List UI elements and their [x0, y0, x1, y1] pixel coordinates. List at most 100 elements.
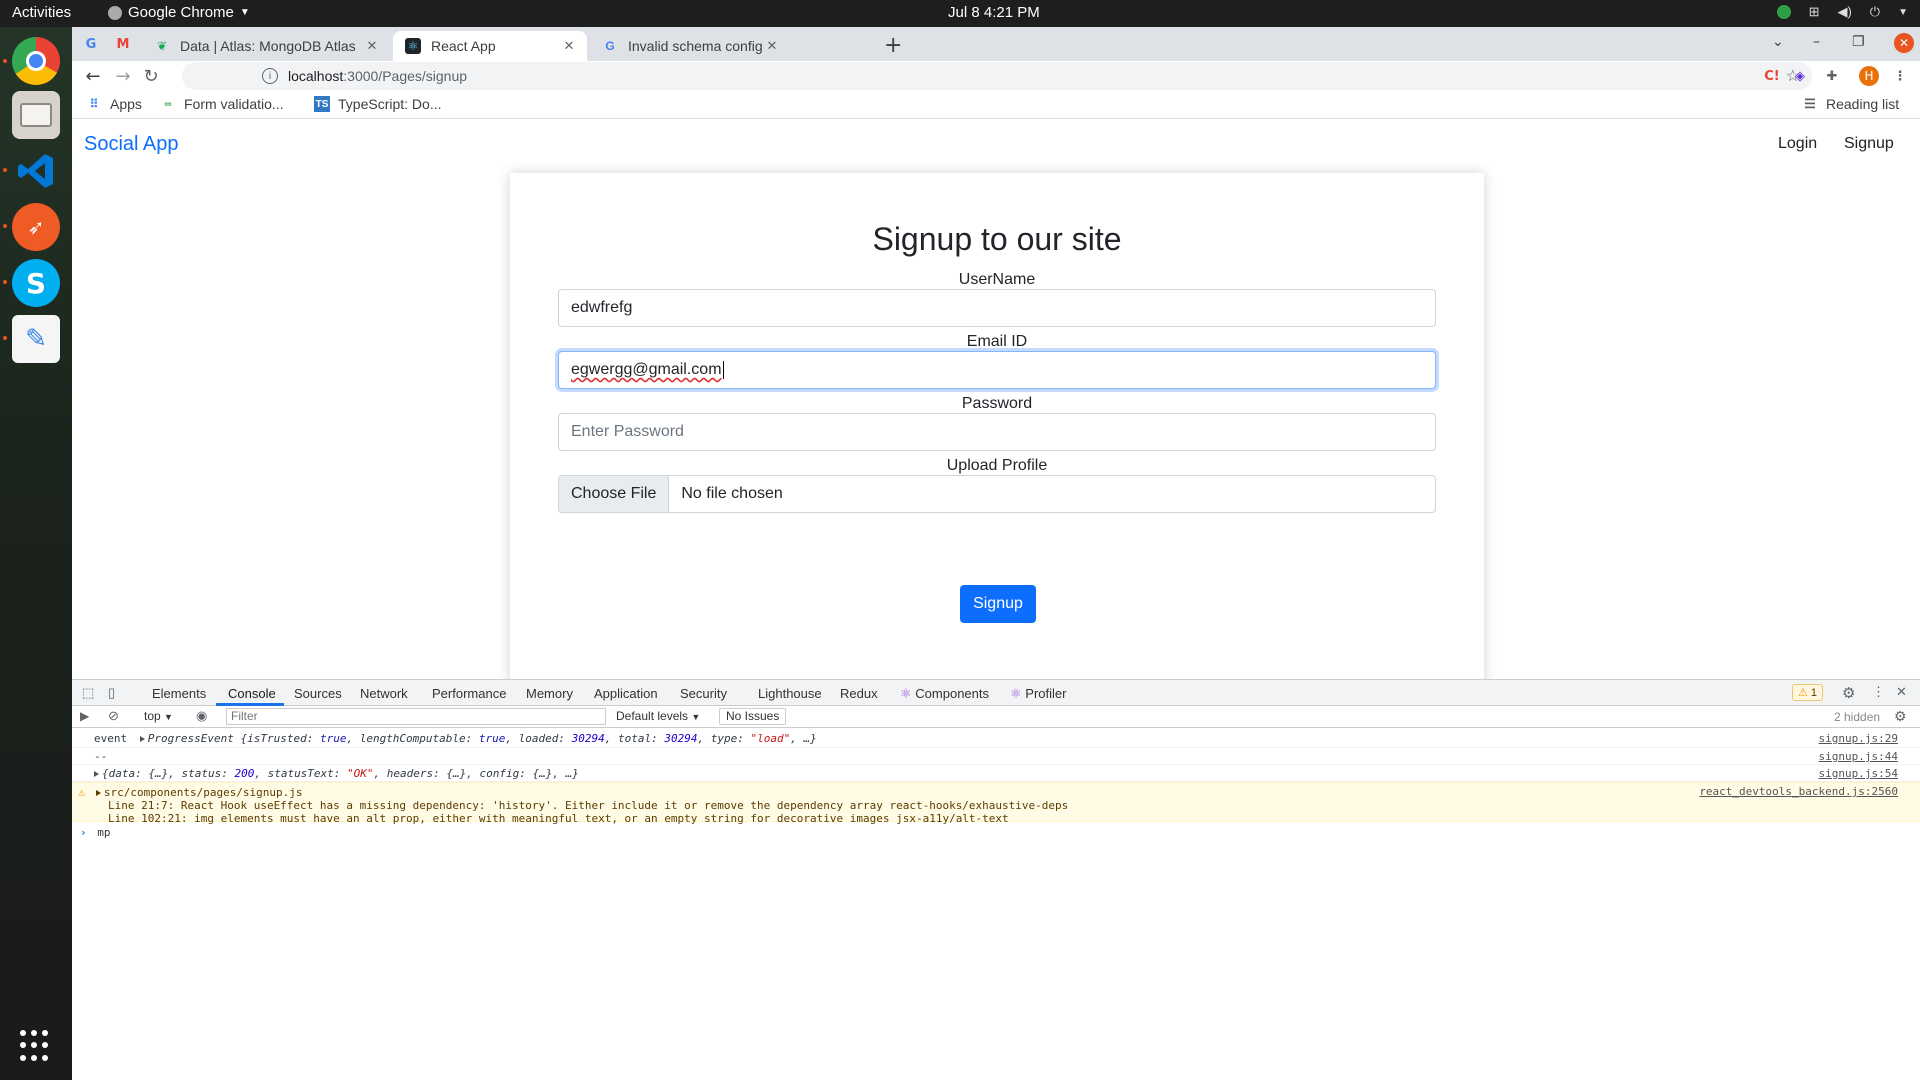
close-tab-icon[interactable]: ✕ — [762, 38, 782, 54]
tab-application[interactable]: Application — [594, 686, 658, 701]
reading-list[interactable]: ☰ Reading list — [1802, 96, 1899, 112]
files-dock-icon[interactable] — [12, 91, 60, 139]
username-input[interactable]: edwfrefg — [558, 289, 1436, 327]
device-toolbar-icon[interactable]: ▯ — [108, 685, 115, 701]
issues-button[interactable]: No Issues — [719, 708, 787, 725]
site-navbar: Social App Login Signup — [72, 119, 1920, 165]
context-selector[interactable]: top ▼ — [144, 709, 173, 723]
choose-file-button[interactable]: Choose File — [559, 476, 670, 512]
extension-stack-icon[interactable]: ◈ — [1790, 66, 1810, 86]
bookmark-label: Reading list — [1826, 96, 1900, 112]
text-editor-dock-icon[interactable]: ✎ — [12, 315, 60, 363]
close-window-button[interactable]: ✕ — [1894, 33, 1914, 53]
close-tab-icon[interactable]: ✕ — [362, 38, 382, 54]
expand-triangle-icon[interactable] — [139, 736, 145, 742]
tab-network[interactable]: Network — [360, 686, 408, 701]
source-link[interactable]: signup.js:54 — [1819, 767, 1898, 780]
extension-c-icon[interactable]: C! — [1762, 66, 1782, 86]
nav-signup-link[interactable]: Signup — [1844, 135, 1894, 153]
filter-placeholder: Filter — [231, 709, 258, 723]
tab-mongodb-atlas[interactable]: ❦ Data | Atlas: MongoDB Atlas ✕ — [142, 31, 390, 61]
clock[interactable]: Jul 8 4:21 PM — [948, 4, 1040, 21]
email-input[interactable]: egwergg@gmail.com — [558, 351, 1436, 389]
tab-console[interactable]: Console — [228, 686, 276, 701]
expand-triangle-icon[interactable] — [94, 771, 99, 777]
chrome-menu-icon[interactable]: ⋮ — [1890, 66, 1910, 86]
new-tab-button[interactable]: + — [884, 33, 902, 58]
tab-components[interactable]: ⚛ Components — [900, 686, 989, 702]
bookmarks-bar: ⠿ Apps ∞ Form validatio... TS TypeScript… — [72, 91, 1920, 119]
file-input[interactable]: Choose File No file chosen — [558, 475, 1436, 513]
signup-submit-button[interactable]: Signup — [960, 585, 1036, 623]
console-prompt[interactable]: › mp — [72, 824, 1920, 841]
tab-memory[interactable]: Memory — [526, 686, 573, 701]
console-settings-icon[interactable]: ⚙ — [1894, 708, 1907, 725]
pinned-tab-gmail[interactable]: M — [112, 34, 134, 54]
log-levels-dropdown[interactable]: Default levels ▼ — [616, 709, 700, 723]
reload-icon[interactable]: ↻ — [140, 65, 162, 87]
password-input[interactable]: Enter Password — [558, 413, 1436, 451]
volume-icon[interactable]: ◀) — [1837, 4, 1851, 20]
password-label: Password — [961, 395, 1033, 412]
bookmark-apps[interactable]: ⠿ Apps — [86, 96, 142, 112]
tab-strip: G M ❦ Data | Atlas: MongoDB Atlas ✕ ⚛ Re… — [72, 27, 1920, 61]
extensions-puzzle-icon[interactable]: ✚ — [1822, 66, 1842, 86]
dropdown-arrow-icon: ▼ — [164, 712, 173, 722]
active-indicator — [3, 280, 7, 284]
url-host: localhost — [288, 68, 344, 84]
forward-icon[interactable]: → — [112, 65, 134, 87]
log-object-type: ProgressEvent — [147, 732, 234, 745]
activities-button[interactable]: Activities — [12, 4, 71, 21]
tray-menu-icon[interactable]: ▼ — [1898, 7, 1908, 18]
nav-login-link[interactable]: Login — [1778, 135, 1817, 153]
site-info-icon[interactable]: i — [262, 68, 278, 84]
back-icon[interactable]: ← — [82, 65, 104, 87]
show-applications-icon[interactable] — [20, 1030, 52, 1062]
skype-dock-icon[interactable]: S — [12, 259, 60, 307]
update-check-icon[interactable] — [1776, 5, 1791, 19]
network-icon[interactable]: ⊞ — [1809, 4, 1820, 20]
brand-link[interactable]: Social App — [84, 133, 179, 156]
tab-react-app[interactable]: ⚛ React App ✕ — [393, 31, 587, 61]
devtools-menu-icon[interactable]: ⋮ — [1872, 684, 1885, 700]
settings-gear-icon[interactable]: ⚙ — [1842, 684, 1855, 702]
tab-invalid-schema[interactable]: G Invalid schema configuration ✕ — [590, 31, 790, 61]
expand-triangle-icon[interactable] — [95, 790, 101, 796]
restore-button[interactable]: ❐ — [1852, 34, 1865, 50]
close-tab-icon[interactable]: ✕ — [559, 38, 579, 54]
tab-redux[interactable]: Redux — [840, 686, 878, 701]
chrome-dock-icon[interactable] — [12, 37, 60, 85]
app-menu[interactable]: Google Chrome ▼ — [108, 4, 250, 21]
close-devtools-icon[interactable]: ✕ — [1896, 684, 1907, 700]
bookmark-typescript[interactable]: TS TypeScript: Do... — [314, 96, 441, 112]
source-link[interactable]: signup.js:44 — [1819, 750, 1898, 763]
system-tray[interactable]: ⊞ ◀) ⏻ ▼ — [1776, 4, 1908, 20]
postman-dock-icon[interactable]: ➶ — [12, 203, 60, 251]
tab-title: Data | Atlas: MongoDB Atlas — [180, 38, 356, 54]
tab-security[interactable]: Security — [680, 686, 727, 701]
address-bar[interactable]: i localhost :3000/Pages/signup ☆ — [182, 62, 1812, 90]
vscode-dock-icon[interactable] — [12, 147, 60, 195]
sidebar-toggle-icon[interactable]: ▶ — [80, 709, 89, 723]
console-filter-input[interactable]: Filter — [226, 708, 606, 725]
reading-list-icon: ☰ — [1804, 96, 1816, 111]
tab-label: Profiler — [1025, 686, 1067, 701]
inspect-element-icon[interactable]: ⬚ — [82, 685, 94, 701]
tab-profiler[interactable]: ⚛ Profiler — [1010, 686, 1066, 702]
tab-elements[interactable]: Elements — [152, 686, 206, 701]
live-expression-eye-icon[interactable]: ◉ — [196, 708, 207, 724]
tab-sources[interactable]: Sources — [294, 686, 342, 701]
tab-search-icon[interactable]: ⌄ — [1772, 34, 1784, 50]
warning-count-badge[interactable]: ⚠ 1 — [1792, 684, 1823, 701]
tab-lighthouse[interactable]: Lighthouse — [758, 686, 822, 701]
source-link[interactable]: react_devtools_backend.js:2560 — [1699, 785, 1898, 798]
pinned-tab-translate[interactable]: G — [80, 34, 102, 54]
bookmark-form-validation[interactable]: ∞ Form validatio... — [160, 96, 283, 112]
source-link[interactable]: signup.js:29 — [1819, 732, 1898, 745]
minimize-button[interactable]: – — [1813, 34, 1820, 50]
clear-console-icon[interactable]: ⊘ — [108, 708, 119, 724]
tab-performance[interactable]: Performance — [432, 686, 506, 701]
power-icon[interactable]: ⏻ — [1870, 4, 1880, 20]
react-profiler-icon: ⚛ — [1010, 686, 1022, 701]
profile-avatar[interactable]: H — [1859, 66, 1879, 86]
